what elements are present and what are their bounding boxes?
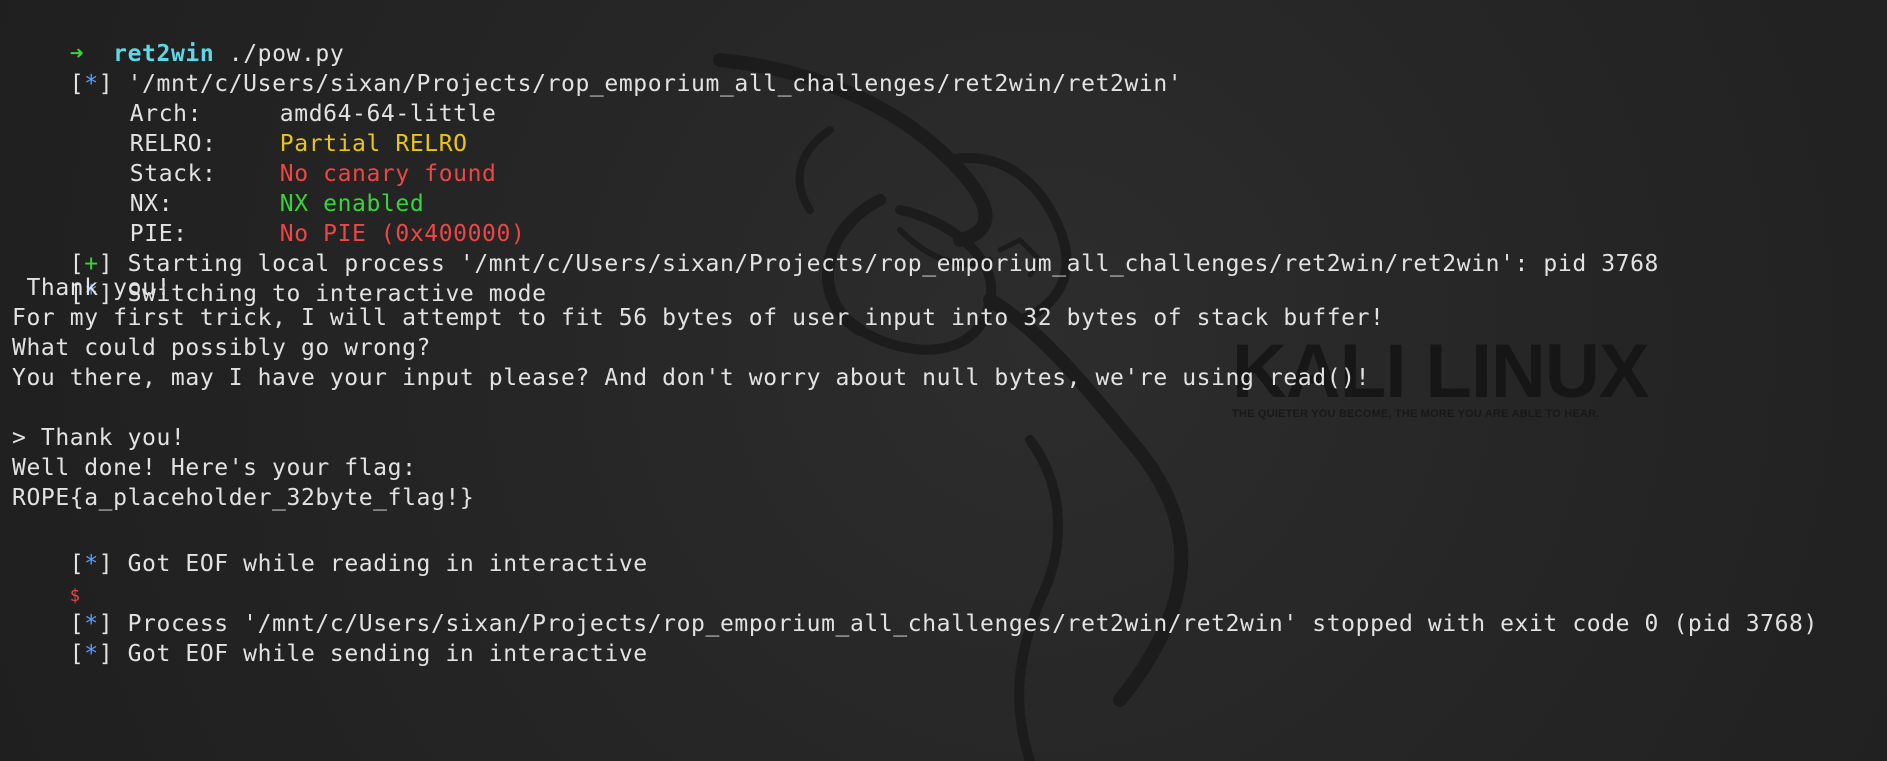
eof-sending-text: Got EOF while sending in interactive [127,641,648,667]
terminal-output[interactable]: ➜ ret2win ./pow.py [*] '/mnt/c/Users/six… [12,0,1872,761]
info-marker: * [84,641,99,667]
eof-sending-line: [*] Got EOF while sending in interactive [69,641,648,667]
output-input-prompt: You there, may I have your input please?… [12,365,1371,391]
eof-reading-line: [*] Got EOF while reading in interactive [69,551,648,577]
